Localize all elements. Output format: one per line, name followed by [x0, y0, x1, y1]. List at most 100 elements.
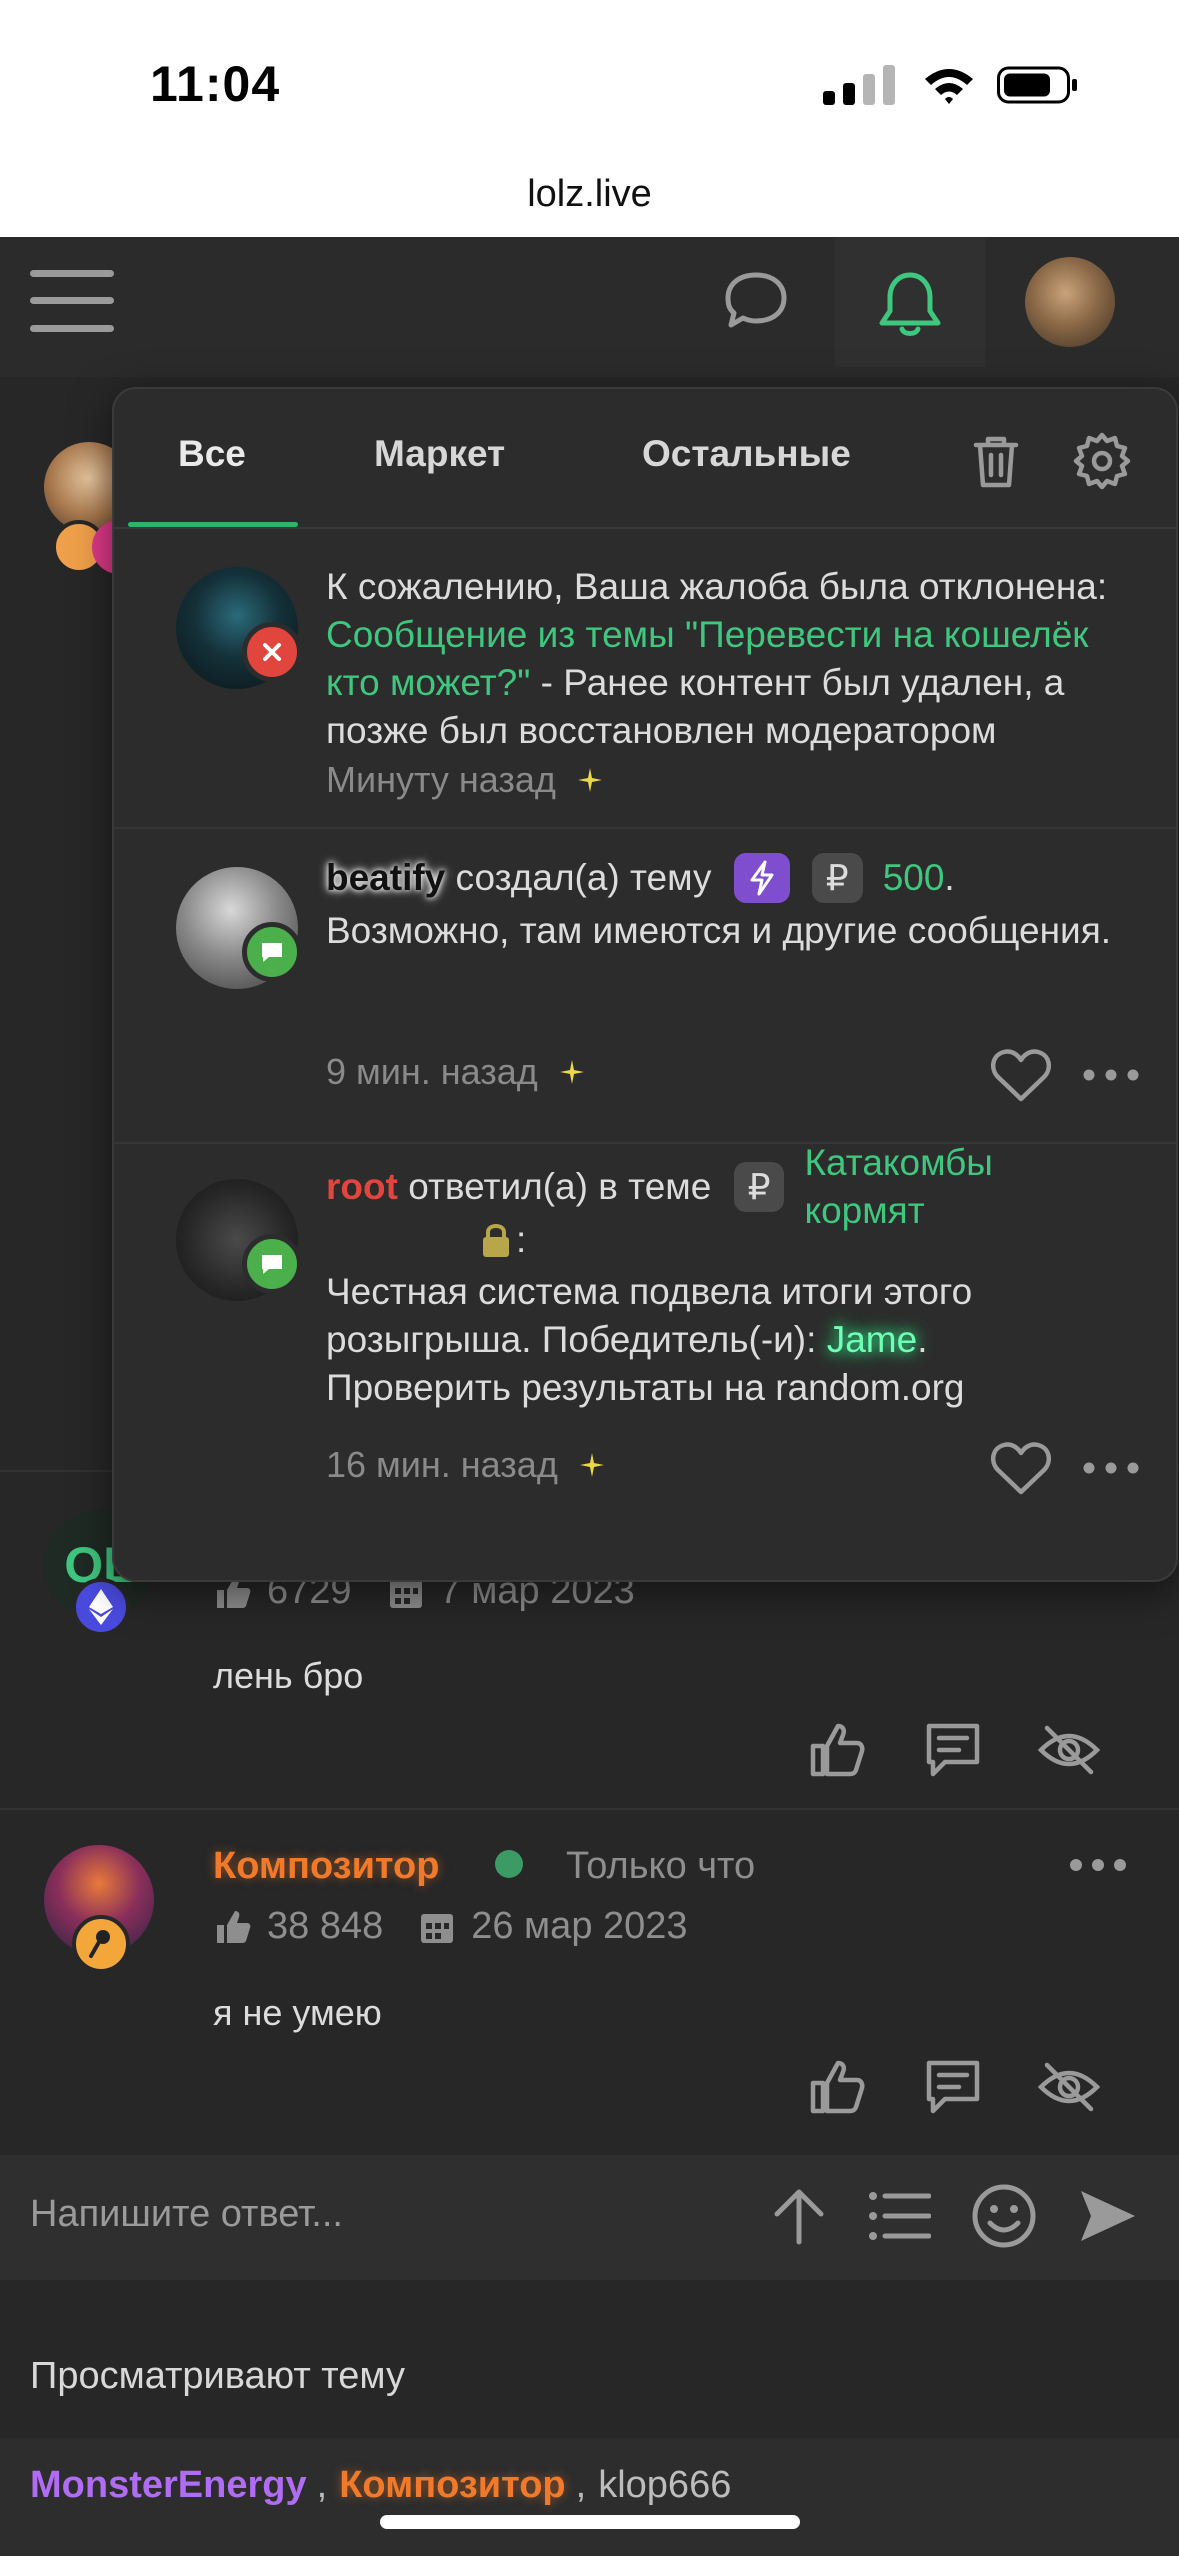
- notification-message: создал(а) тему: [445, 857, 722, 898]
- post-meta: 38 848 26 мар 2023: [213, 1905, 688, 1948]
- tab-all[interactable]: Все: [178, 433, 246, 475]
- viewers-list: MonsterEnergy, Композитор, klop666: [30, 2464, 731, 2507]
- tab-other[interactable]: Остальные: [642, 433, 851, 475]
- notification-time: Минуту назад: [326, 759, 604, 801]
- list-icon[interactable]: [867, 2188, 931, 2244]
- reply-bar: Напишите ответ...: [0, 2155, 1179, 2280]
- notification-text: root ответил(а) в теме ₽ Катакомбы кормят…: [326, 1142, 1146, 1412]
- battery-icon: [997, 66, 1077, 104]
- punctuation: :: [516, 1219, 527, 1260]
- trash-icon[interactable]: [966, 431, 1026, 491]
- more-options-icon[interactable]: [1068, 1850, 1128, 1880]
- post-author[interactable]: Композитор: [213, 1845, 439, 1888]
- viewer-link[interactable]: MonsterEnergy: [30, 2464, 307, 2506]
- viewers-bar: MonsterEnergy, Композитор, klop666: [0, 2438, 1179, 2556]
- ruble-prefix-badge: ₽: [811, 853, 863, 903]
- thread-link[interactable]: Катакомбы кормят: [804, 1139, 1044, 1235]
- notification-time: 16 мин. назад: [326, 1444, 606, 1486]
- post-actions: [805, 1718, 1101, 1782]
- post-actions: [805, 2055, 1101, 2119]
- more-options-icon[interactable]: [1082, 1458, 1140, 1478]
- browser-url-bar[interactable]: lolz.live: [0, 155, 1179, 237]
- register-date: 26 мар 2023: [471, 1905, 688, 1947]
- home-indicator: [380, 2515, 800, 2529]
- notifications-button[interactable]: [835, 237, 985, 367]
- bell-icon: [879, 272, 941, 336]
- quote-reply-icon[interactable]: [921, 1718, 985, 1782]
- notification-message: ответил(а) в теме: [397, 1166, 722, 1207]
- like-button-icon[interactable]: [805, 2055, 869, 2119]
- time-text: 16 мин. назад: [326, 1444, 558, 1485]
- status-bar: 11:04: [0, 0, 1179, 155]
- message-badge-icon: [242, 922, 302, 982]
- more-options-icon[interactable]: [1082, 1065, 1140, 1085]
- punctuation: .: [917, 1319, 928, 1360]
- notifications-dropdown: Все Маркет Остальные К сожалению, Ваша ж…: [112, 387, 1178, 1582]
- quote-reply-icon[interactable]: [921, 2055, 985, 2119]
- reply-input[interactable]: Напишите ответ...: [30, 2193, 343, 2236]
- notification-item[interactable]: beatify создал(а) тему ₽500. Возможно, т…: [114, 829, 1176, 1144]
- time-text: Минуту назад: [326, 759, 556, 800]
- url-text: lolz.live: [527, 173, 652, 215]
- tab-market[interactable]: Маркет: [374, 433, 505, 475]
- notification-time: 9 мин. назад: [326, 1051, 586, 1093]
- send-icon[interactable]: [1077, 2185, 1139, 2247]
- notification-actions: [990, 1047, 1140, 1103]
- viewer-separator: ,: [575, 2464, 587, 2506]
- smiley-icon[interactable]: [971, 2183, 1037, 2249]
- sparkle-icon: [579, 1453, 604, 1477]
- online-indicator: [495, 1850, 523, 1878]
- winner-link[interactable]: Jame: [827, 1319, 917, 1360]
- site-header: [0, 237, 1179, 377]
- notification-item[interactable]: К сожалению, Ваша жалоба была отклонена:…: [114, 529, 1176, 829]
- hide-icon[interactable]: [1037, 2055, 1101, 2119]
- divider: [0, 1808, 1179, 1810]
- username-link[interactable]: beatify: [326, 854, 445, 902]
- like-count-icon: [217, 1910, 251, 1943]
- username-link[interactable]: root: [326, 1163, 398, 1211]
- conversations-icon[interactable]: [720, 265, 792, 337]
- heart-icon[interactable]: [990, 1047, 1052, 1103]
- viewer-separator: ,: [316, 2464, 328, 2506]
- post-text: лень бро: [213, 1655, 364, 1696]
- ruble-prefix-badge: ₽: [733, 1162, 785, 1212]
- status-time: 11:04: [150, 56, 281, 112]
- lightning-prefix-badge: [733, 853, 790, 903]
- wifi-icon: [925, 69, 973, 104]
- punctuation: .: [944, 857, 955, 898]
- notification-message: Проверить результаты на random.org: [326, 1367, 965, 1408]
- arrow-up-icon[interactable]: [771, 2186, 827, 2246]
- reply-toolbar: [771, 2183, 1139, 2249]
- status-icons: [823, 65, 1079, 105]
- rejected-badge-icon: [242, 622, 302, 682]
- settings-gear-icon[interactable]: [1072, 431, 1132, 491]
- user-avatar[interactable]: [1025, 257, 1115, 347]
- notification-message: К сожалению, Ваша жалоба была отклонена:: [326, 566, 1108, 607]
- time-text: 9 мин. назад: [326, 1051, 538, 1092]
- hide-icon[interactable]: [1037, 1718, 1101, 1782]
- notification-tabs: Все Маркет Остальные: [114, 389, 1176, 529]
- notification-actions: [990, 1440, 1140, 1496]
- like-button-icon[interactable]: [805, 1718, 869, 1782]
- menu-icon[interactable]: [30, 265, 114, 335]
- notification-item[interactable]: root ответил(а) в теме ₽ Катакомбы кормят…: [114, 1142, 1176, 1580]
- lightning-icon: [750, 860, 774, 896]
- viewer-link[interactable]: klop666: [598, 2464, 731, 2506]
- sparkle-icon: [577, 768, 602, 792]
- post-text: я не умею: [213, 1992, 382, 2033]
- notification-message: Возможно, там имеются и другие сообщения…: [326, 910, 1112, 951]
- lock-icon: [483, 1224, 509, 1257]
- active-tab-indicator: [128, 522, 298, 527]
- message-badge-icon: [242, 1234, 302, 1294]
- amount-link[interactable]: 500: [883, 854, 945, 902]
- microphone-badge-icon: [72, 1915, 130, 1973]
- likes-count: 38 848: [267, 1905, 384, 1947]
- ethereum-badge-icon: [72, 1578, 130, 1636]
- post-time: Только что: [566, 1845, 756, 1887]
- heart-icon[interactable]: [990, 1440, 1052, 1496]
- calendar-icon: [421, 1913, 454, 1943]
- notification-text: К сожалению, Ваша жалоба была отклонена:…: [326, 563, 1146, 755]
- viewers-title: Просматривают тему: [30, 2355, 405, 2397]
- viewer-link[interactable]: Композитор: [339, 2464, 565, 2506]
- sparkle-icon: [559, 1060, 584, 1084]
